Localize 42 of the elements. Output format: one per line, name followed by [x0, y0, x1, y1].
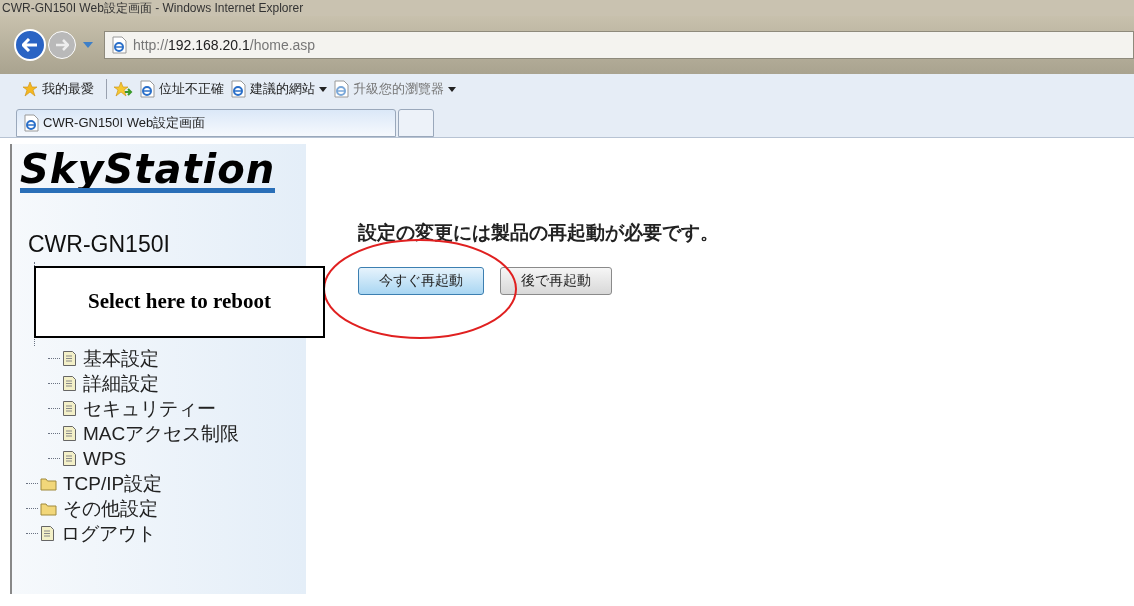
folder-icon	[40, 501, 57, 516]
dropdown-icon[interactable]	[319, 86, 327, 92]
page-icon	[23, 114, 39, 132]
window-title: CWR-GN150I Web設定画面 - Windows Internet Explorer	[2, 1, 304, 15]
model-name: CWR-GN150I	[27, 233, 171, 256]
back-arrow-icon	[22, 38, 38, 52]
page-icon	[333, 80, 349, 98]
tree-item[interactable]: セキュリティー	[83, 399, 216, 418]
url-text: http://192.168.20.1/home.asp	[133, 35, 316, 55]
tree-item[interactable]: 基本設定	[83, 349, 159, 368]
page-icon	[111, 36, 127, 54]
document-icon	[62, 425, 77, 442]
page-icon	[139, 80, 155, 98]
browser-tab[interactable]: CWR-GN150I Web設定画面	[16, 109, 396, 137]
tree-item[interactable]: その他設定	[63, 499, 158, 518]
favorite-link[interactable]: 建議的網站	[250, 79, 315, 99]
document-icon	[62, 450, 77, 467]
new-tab-button[interactable]	[398, 109, 434, 137]
tree-item[interactable]: ログアウト	[61, 524, 156, 543]
add-favorite-icon[interactable]	[113, 81, 133, 97]
tree-item[interactable]: TCP/IP設定	[63, 474, 163, 493]
annotation-box: Select here to reboot	[34, 266, 325, 338]
favorites-button[interactable]: 我的最愛	[42, 79, 94, 99]
favorite-link[interactable]: 位址不正確	[159, 79, 224, 99]
logo: SkyStation	[20, 148, 276, 193]
document-icon	[62, 400, 77, 417]
reboot-button[interactable]: 後で再起動	[500, 266, 612, 295]
tree-item[interactable]: MACアクセス制限	[83, 424, 240, 443]
forward-arrow-icon	[55, 39, 69, 51]
folder-icon	[40, 476, 57, 491]
document-icon	[40, 525, 55, 542]
tree-item[interactable]: WPS	[83, 449, 127, 468]
address-field[interactable]: http://192.168.20.1/home.asp	[104, 31, 1134, 59]
back-button[interactable]	[14, 29, 46, 61]
reboot-button[interactable]: 今すぐ再起動	[358, 266, 484, 295]
document-icon	[62, 350, 77, 367]
dropdown-icon[interactable]	[448, 86, 456, 92]
star-icon	[22, 81, 38, 97]
tree-item[interactable]: 詳細設定	[83, 374, 159, 393]
page-icon	[230, 80, 246, 98]
document-icon	[62, 375, 77, 392]
favorite-link[interactable]: 升級您的瀏覽器	[353, 79, 444, 99]
